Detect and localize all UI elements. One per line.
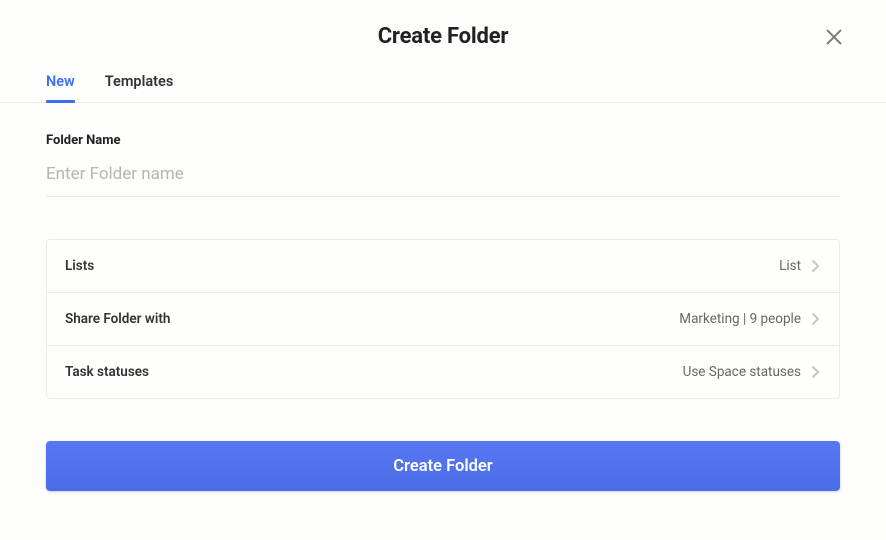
row-lists[interactable]: Lists List (47, 240, 839, 293)
close-button[interactable] (822, 26, 846, 50)
row-lists-label: Lists (65, 258, 94, 274)
modal-content: Folder Name Lists List Share Folder with… (0, 103, 886, 399)
modal-header: Create Folder (0, 0, 886, 49)
folder-name-input[interactable] (46, 158, 840, 197)
create-folder-button[interactable]: Create Folder (46, 441, 840, 491)
row-statuses-value: Use Space statuses (683, 364, 801, 380)
row-share-label: Share Folder with (65, 311, 170, 327)
modal-title: Create Folder (0, 24, 886, 49)
row-share[interactable]: Share Folder with Marketing | 9 people (47, 293, 839, 346)
chevron-right-icon (811, 365, 821, 379)
row-statuses[interactable]: Task statuses Use Space statuses (47, 346, 839, 398)
tab-templates[interactable]: Templates (105, 73, 174, 102)
chevron-right-icon (811, 312, 821, 326)
row-lists-right: List (779, 258, 821, 274)
close-icon (823, 33, 845, 52)
tab-new[interactable]: New (46, 73, 75, 102)
tabs: New Templates (0, 49, 886, 103)
submit-wrap: Create Folder (0, 399, 886, 491)
row-share-value: Marketing | 9 people (679, 311, 801, 327)
row-share-right: Marketing | 9 people (679, 311, 821, 327)
chevron-right-icon (811, 259, 821, 273)
row-statuses-label: Task statuses (65, 364, 149, 380)
folder-name-label: Folder Name (46, 133, 840, 148)
settings-rows: Lists List Share Folder with Marketing |… (46, 239, 840, 399)
row-lists-value: List (779, 258, 801, 274)
row-statuses-right: Use Space statuses (683, 364, 821, 380)
